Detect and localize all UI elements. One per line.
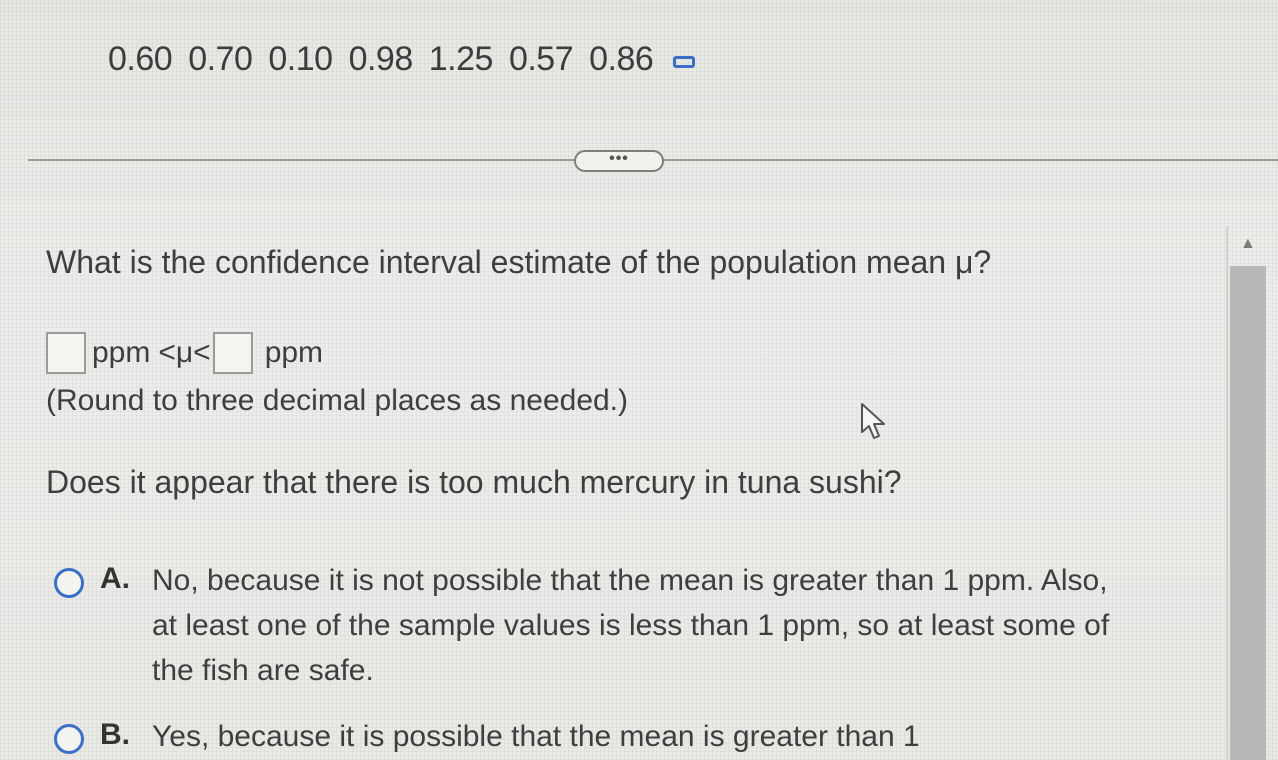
panel-border — [1226, 226, 1228, 760]
copy-icon[interactable] — [673, 55, 696, 68]
scrollbar-thumb[interactable] — [1230, 266, 1266, 760]
sample-value: 0.60 — [108, 40, 173, 78]
upper-unit-label: ppm — [264, 336, 324, 369]
lower-bound-input[interactable] — [46, 332, 86, 374]
sample-data-row: 0.60 0.70 0.10 0.98 1.25 0.57 0.86 — [108, 40, 696, 79]
sample-value: 0.86 — [589, 40, 654, 78]
expand-button[interactable]: ••• — [574, 150, 664, 172]
option-a[interactable]: A. No, because it is not possible that t… — [54, 562, 1112, 693]
scroll-up-icon[interactable]: ▲ — [1240, 236, 1256, 252]
sample-value: 0.10 — [268, 40, 333, 78]
lower-unit-label: ppm — [92, 336, 151, 369]
sample-value: 1.25 — [428, 40, 494, 78]
sample-value: 0.70 — [188, 40, 253, 78]
sample-value: 0.57 — [508, 40, 574, 78]
option-b-letter: B. — [100, 718, 130, 751]
question-text: What is the confidence interval estimate… — [46, 244, 992, 280]
option-b[interactable]: B. Yes, because it is possible that the … — [54, 718, 1112, 759]
option-a-letter: A. — [100, 562, 130, 595]
sample-value: 0.98 — [348, 40, 414, 78]
upper-bound-input[interactable] — [212, 332, 253, 374]
mouse-cursor-icon — [861, 403, 885, 439]
screen: 0.60 0.70 0.10 0.98 1.25 0.57 0.86 ••• W… — [0, 0, 1278, 760]
radio-button-a[interactable] — [54, 568, 84, 598]
radio-button-b[interactable] — [54, 724, 84, 754]
confidence-interval-row: ppm <μ< ppm — [46, 332, 329, 374]
mu-inequality-label: <μ< — [158, 336, 211, 369]
rounding-note: (Round to three decimal places as needed… — [46, 384, 629, 417]
option-b-text: Yes, because it is possible that the mea… — [152, 720, 920, 753]
question-2-text: Does it appear that there is too much me… — [46, 464, 902, 500]
option-a-text: No, because it is not possible that the … — [152, 564, 1110, 687]
